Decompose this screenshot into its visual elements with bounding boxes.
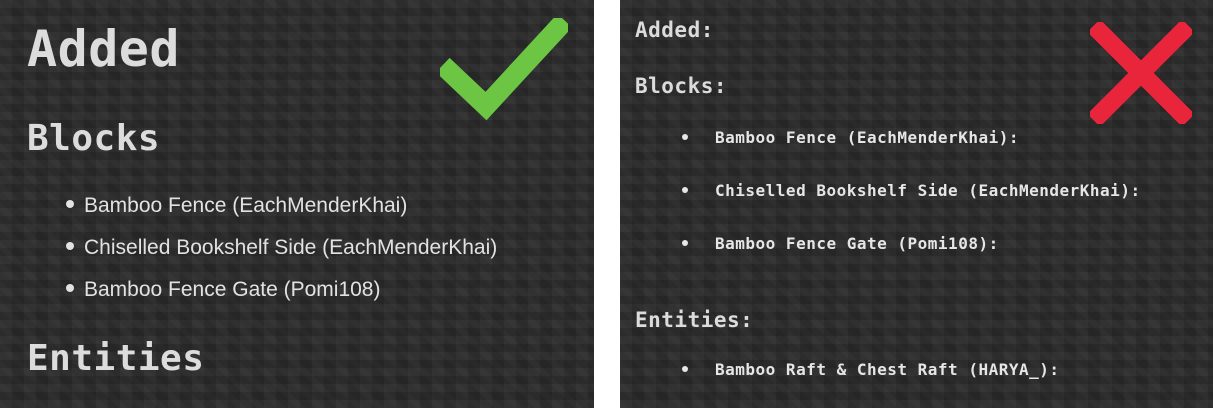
- bullet-icon: [682, 186, 688, 193]
- bullet-icon: [682, 365, 688, 372]
- bullet-icon: [66, 284, 74, 293]
- blocks-list: Bamboo Fence (EachMenderKhai): Chiselled…: [682, 126, 1141, 285]
- bullet-icon: [66, 200, 74, 209]
- list-item: Bamboo Fence (EachMenderKhai): [66, 192, 497, 234]
- bullet-icon: [682, 239, 688, 246]
- list-item: Bamboo Fence (EachMenderKhai):: [682, 126, 1141, 179]
- cross-icon: [1090, 22, 1192, 124]
- blocks-heading: Blocks: [27, 118, 161, 159]
- bad-example-panel: Added: Blocks: Bamboo Fence (EachMenderK…: [620, 0, 1213, 408]
- added-heading: Added:: [635, 18, 714, 42]
- list-item: Chiselled Bookshelf Side (EachMenderKhai…: [66, 234, 497, 276]
- list-item: Bamboo Fence Gate (Pomi108):: [682, 232, 1141, 285]
- list-item: Bamboo Fence Gate (Pomi108): [66, 276, 497, 318]
- entities-heading: Entities: [27, 338, 205, 379]
- added-heading: Added: [27, 20, 181, 78]
- blocks-heading: Blocks:: [635, 74, 728, 98]
- blocks-list: Bamboo Fence (EachMenderKhai) Chiselled …: [66, 192, 497, 318]
- bullet-icon: [682, 133, 688, 140]
- good-example-panel: Added Blocks Bamboo Fence (EachMenderKha…: [0, 0, 594, 408]
- bullet-icon: [66, 242, 74, 251]
- checkmark-icon: [440, 18, 568, 121]
- list-item: Bamboo Raft & Chest Raft (HARYA_):: [682, 358, 1060, 408]
- list-item: Chiselled Bookshelf Side (EachMenderKhai…: [682, 179, 1141, 232]
- entities-list: Bamboo Raft & Chest Raft (HARYA_):: [682, 358, 1060, 408]
- entities-heading: Entities:: [635, 308, 754, 332]
